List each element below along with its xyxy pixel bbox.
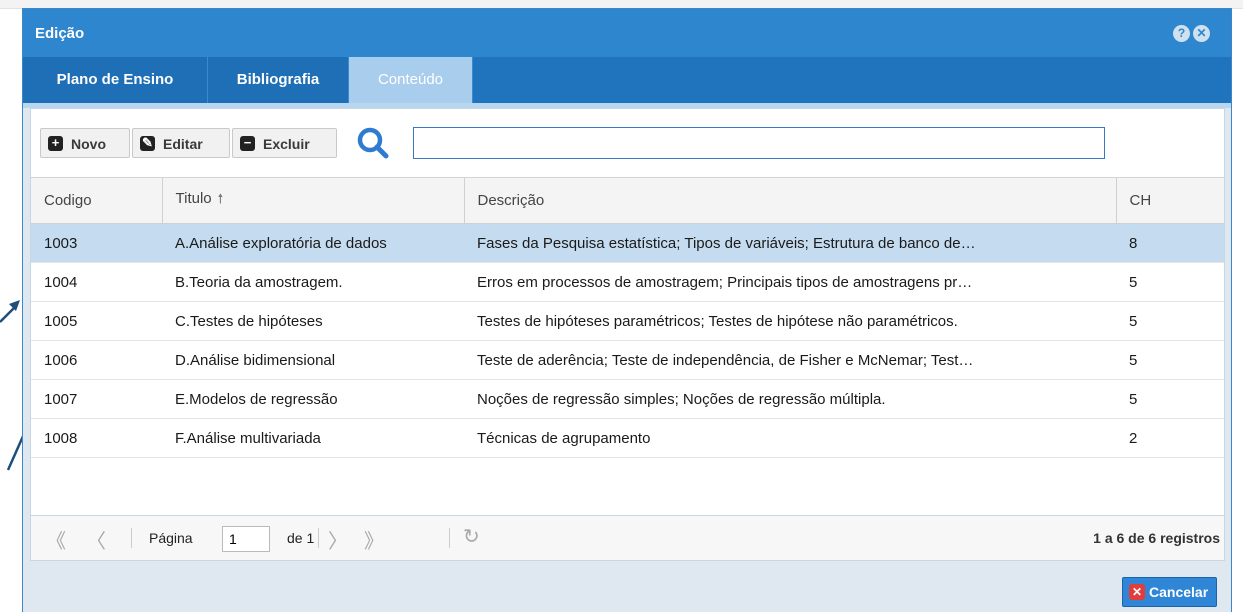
- table-row[interactable]: 1007 E.Modelos de regressão Noções de re…: [31, 379, 1224, 419]
- cell-codigo: 1007: [31, 379, 162, 419]
- content-panel: + Novo ✎ Editar − Excluir Codigo Titulo …: [30, 108, 1225, 516]
- column-header-ch-label: CH: [1129, 192, 1152, 209]
- column-header-descricao[interactable]: Descrição: [464, 178, 1117, 224]
- record-count: 1 a 6 de 6 registros: [1093, 530, 1220, 546]
- page-label: Página: [149, 530, 193, 546]
- annotation-arrowhead-upper: [9, 300, 20, 311]
- plus-icon: +: [48, 136, 63, 151]
- cell-descricao: Noções de regressão simples; Noções de r…: [464, 379, 1116, 419]
- content-table: Codigo Titulo 🠕 Descrição CH 1003 A.Análi…: [31, 178, 1224, 458]
- pager-divider: [318, 528, 319, 548]
- cell-titulo: F.Análise multivariada: [162, 418, 464, 458]
- refresh-icon[interactable]: ↻: [463, 524, 480, 549]
- cell-descricao: Técnicas de agrupamento: [464, 418, 1116, 458]
- column-header-codigo-label: Codigo: [44, 192, 92, 209]
- cell-codigo: 1006: [31, 340, 162, 380]
- novo-label: Novo: [71, 136, 106, 152]
- column-header-titulo[interactable]: Titulo 🠕: [162, 178, 465, 224]
- tab-conteudo[interactable]: Conteúdo: [349, 57, 473, 103]
- cell-ch: 8: [1116, 223, 1224, 263]
- cell-titulo: C.Testes de hipóteses: [162, 301, 464, 341]
- search-icon[interactable]: [355, 125, 391, 161]
- cell-descricao: Erros em processos de amostragem; Princi…: [464, 262, 1116, 302]
- table-row[interactable]: 1005 C.Testes de hipóteses Testes de hip…: [31, 301, 1224, 341]
- cell-ch: 2: [1116, 418, 1224, 458]
- minus-icon: −: [240, 136, 255, 151]
- cell-codigo: 1003: [31, 223, 162, 263]
- cell-codigo: 1004: [31, 262, 162, 302]
- page-number-input[interactable]: [222, 526, 270, 552]
- next-page-icon[interactable]: 〉: [328, 525, 348, 554]
- dialog-title: Edição: [35, 25, 85, 42]
- help-icon[interactable]: ?: [1173, 25, 1190, 42]
- edit-dialog: Edição ? ✕ Plano de Ensino Bibliografia …: [22, 8, 1232, 612]
- table-row[interactable]: 1004 B.Teoria da amostragem. Erros em pr…: [31, 262, 1224, 302]
- editar-button[interactable]: ✎ Editar: [132, 128, 230, 158]
- excluir-button[interactable]: − Excluir: [232, 128, 337, 158]
- cell-titulo: A.Análise exploratória de dados: [162, 223, 464, 263]
- editar-label: Editar: [163, 136, 203, 152]
- previous-page-icon[interactable]: 〈: [86, 525, 106, 554]
- cell-titulo: D.Análise bidimensional: [162, 340, 464, 380]
- cell-codigo: 1005: [31, 301, 162, 341]
- cell-ch: 5: [1116, 379, 1224, 419]
- last-page-icon[interactable]: 》: [364, 525, 384, 554]
- cell-codigo: 1008: [31, 418, 162, 458]
- page-total-label: de 1: [287, 530, 315, 546]
- column-header-ch[interactable]: CH: [1116, 178, 1224, 224]
- table-row[interactable]: 1008 F.Análise multivariada Técnicas de …: [31, 418, 1224, 458]
- search-input[interactable]: [413, 127, 1105, 159]
- cell-titulo: B.Teoria da amostragem.: [162, 262, 464, 302]
- tab-plano-de-ensino[interactable]: Plano de Ensino: [23, 57, 208, 103]
- cell-ch: 5: [1116, 262, 1224, 302]
- cancel-label: Cancelar: [1149, 584, 1209, 600]
- table-row[interactable]: 1006 D.Análise bidimensional Teste de ad…: [31, 340, 1224, 380]
- pager-divider: [131, 528, 132, 548]
- pager-divider: [449, 528, 450, 548]
- excluir-label: Excluir: [263, 136, 310, 152]
- pagination-bar: 《 〈 Página de 1 〉 》 ↻ 1 a 6 de 6 registr…: [30, 515, 1225, 561]
- column-header-descricao-label: Descrição: [477, 192, 545, 209]
- cell-titulo: E.Modelos de regressão: [162, 379, 464, 419]
- dialog-titlebar: Edição ? ✕: [23, 9, 1231, 57]
- cancel-button[interactable]: ✕ Cancelar: [1122, 577, 1217, 607]
- first-page-icon[interactable]: 《: [46, 525, 66, 554]
- close-icon[interactable]: ✕: [1193, 25, 1210, 42]
- sort-ascending-icon: 🠕: [217, 190, 224, 206]
- tab-bibliografia[interactable]: Bibliografia: [208, 57, 349, 103]
- tab-bar: Plano de Ensino Bibliografia Conteúdo: [23, 57, 1231, 108]
- toolbar: + Novo ✎ Editar − Excluir: [31, 109, 1224, 178]
- cancel-x-icon: ✕: [1129, 584, 1145, 600]
- cell-ch: 5: [1116, 301, 1224, 341]
- column-header-titulo-label: Titulo: [175, 189, 212, 207]
- novo-button[interactable]: + Novo: [40, 128, 130, 158]
- cell-descricao: Testes de hipóteses paramétricos; Testes…: [464, 301, 1116, 341]
- table-row[interactable]: 1003 A.Análise exploratória de dados Fas…: [31, 223, 1224, 263]
- cell-ch: 5: [1116, 340, 1224, 380]
- cell-descricao: Fases da Pesquisa estatística; Tipos de …: [464, 223, 1116, 263]
- pencil-icon: ✎: [140, 136, 155, 151]
- column-header-codigo[interactable]: Codigo: [31, 178, 163, 224]
- dialog-footer: ✕ Cancelar: [23, 561, 1231, 612]
- table-header-row: Codigo Titulo 🠕 Descrição CH: [31, 178, 1224, 224]
- cell-descricao: Teste de aderência; Teste de independênc…: [464, 340, 1116, 380]
